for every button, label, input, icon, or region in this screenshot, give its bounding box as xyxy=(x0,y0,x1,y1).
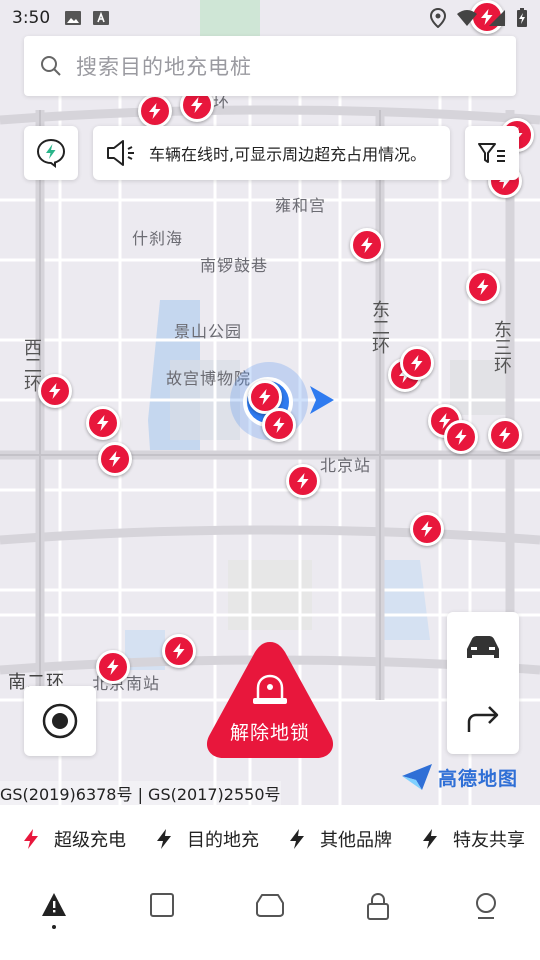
route-button[interactable] xyxy=(463,702,503,736)
search-input[interactable]: 搜索目的地充电桩 xyxy=(24,36,516,96)
bolt-icon xyxy=(290,829,304,849)
bolt-icon xyxy=(191,97,203,113)
supercharger-pin[interactable] xyxy=(444,420,478,454)
supercharger-pin[interactable] xyxy=(410,512,444,546)
square-icon xyxy=(150,893,174,917)
right-tool-stack xyxy=(447,612,519,754)
bolt-icon xyxy=(455,429,467,445)
nav-car[interactable] xyxy=(240,891,300,919)
amap-logo-icon xyxy=(402,764,432,790)
map-copyright: GS(2019)6378号 | GS(2017)2550号 xyxy=(0,781,281,805)
map-label-vertical: 东三环 xyxy=(491,320,512,374)
supercharger-pin[interactable] xyxy=(98,442,132,476)
bolt-icon xyxy=(259,389,271,405)
supercharger-pin[interactable] xyxy=(86,406,120,440)
supercharger-pin[interactable] xyxy=(96,650,130,684)
active-indicator xyxy=(52,925,56,929)
locate-icon xyxy=(42,703,78,739)
legend-label: 超级充电 xyxy=(54,830,126,851)
status-bar: 3:50 xyxy=(0,0,540,36)
supercharger-pin[interactable] xyxy=(38,374,72,408)
legend-other-brand[interactable]: 其他品牌 xyxy=(286,826,419,852)
image-icon xyxy=(65,11,82,25)
bolt-icon xyxy=(273,417,285,433)
speaker-icon xyxy=(107,140,134,166)
supercharger-pin[interactable] xyxy=(138,94,172,128)
navigation-icon xyxy=(42,893,66,916)
online-notice: 车辆在线时,可显示周边超充占用情况。 xyxy=(93,126,450,180)
bolt-icon xyxy=(421,521,433,537)
nav-lock[interactable] xyxy=(348,891,408,921)
profile-icon xyxy=(476,893,496,919)
supercharger-pin[interactable] xyxy=(488,418,522,452)
map-label: 南锣鼓巷 xyxy=(200,256,269,275)
legend-label: 目的地充 xyxy=(187,830,259,851)
bolt-icon xyxy=(157,829,171,849)
bolt-icon xyxy=(49,383,61,399)
legend-label: 其他品牌 xyxy=(320,830,392,851)
wifi-icon xyxy=(457,10,477,26)
nav-profile[interactable] xyxy=(456,891,516,921)
heading-arrow-icon xyxy=(310,386,334,414)
supercharger-pin[interactable] xyxy=(286,464,320,498)
legend-supercharger[interactable]: 超级充电 xyxy=(20,826,153,852)
legend-label: 特友共享 xyxy=(453,830,525,851)
search-placeholder: 搜索目的地充电桩 xyxy=(76,55,252,79)
bolt-icon xyxy=(361,237,373,253)
filter-button[interactable] xyxy=(465,126,519,180)
charging-assistant-button[interactable] xyxy=(24,126,78,180)
search-icon xyxy=(41,56,61,76)
bolt-icon xyxy=(173,643,185,659)
status-time: 3:50 xyxy=(12,8,51,28)
map-label: 北京站 xyxy=(320,456,372,475)
nav-navigation[interactable] xyxy=(24,891,84,929)
map-label: 什刹海 xyxy=(132,229,184,248)
bolt-icon xyxy=(411,355,423,371)
supercharger-pin[interactable] xyxy=(466,270,500,304)
bolt-icon xyxy=(97,415,109,431)
bolt-icon xyxy=(499,427,511,443)
amap-logo-text: 高德地图 xyxy=(438,767,519,790)
bottom-nav xyxy=(0,873,540,960)
bolt-icon xyxy=(107,659,119,675)
unlock-ground-lock-button[interactable]: 解除地锁 xyxy=(203,640,337,760)
location-icon xyxy=(430,8,446,28)
car-icon xyxy=(256,894,284,917)
map-label-vertical: 东二环 xyxy=(369,300,390,354)
bolt-icon xyxy=(297,473,309,489)
lock-icon xyxy=(367,892,389,920)
supercharger-pin[interactable] xyxy=(162,634,196,668)
battery-charging-icon xyxy=(517,8,527,27)
vehicle-button[interactable] xyxy=(463,631,503,665)
amap-logo: 高德地图 xyxy=(400,762,518,792)
signal-icon xyxy=(489,10,505,26)
supercharger-pin[interactable] xyxy=(262,408,296,442)
bolt-icon xyxy=(109,451,121,467)
nav-square[interactable] xyxy=(132,891,192,919)
legend-destination[interactable]: 目的地充 xyxy=(153,826,286,852)
legend-shared[interactable]: 特友共享 xyxy=(419,826,539,852)
supercharger-pin[interactable] xyxy=(400,346,434,380)
supercharger-pin[interactable] xyxy=(350,228,384,262)
charger-legend: 超级充电 目的地充 其他品牌 特友共享 xyxy=(0,805,540,873)
bolt-icon xyxy=(423,829,437,849)
filter-icon xyxy=(478,143,505,163)
bolt-icon xyxy=(24,829,38,849)
bolt-icon xyxy=(477,279,489,295)
text-icon xyxy=(93,11,110,25)
locate-me-button[interactable] xyxy=(24,686,96,756)
map-label: 景山公园 xyxy=(174,322,243,341)
map-label: 雍和宫 xyxy=(275,196,327,215)
bolt-icon xyxy=(149,103,161,119)
unlock-label: 解除地锁 xyxy=(229,722,310,744)
chat-bolt-icon xyxy=(36,138,66,168)
notice-text: 车辆在线时,可显示周边超充占用情况。 xyxy=(149,145,427,164)
